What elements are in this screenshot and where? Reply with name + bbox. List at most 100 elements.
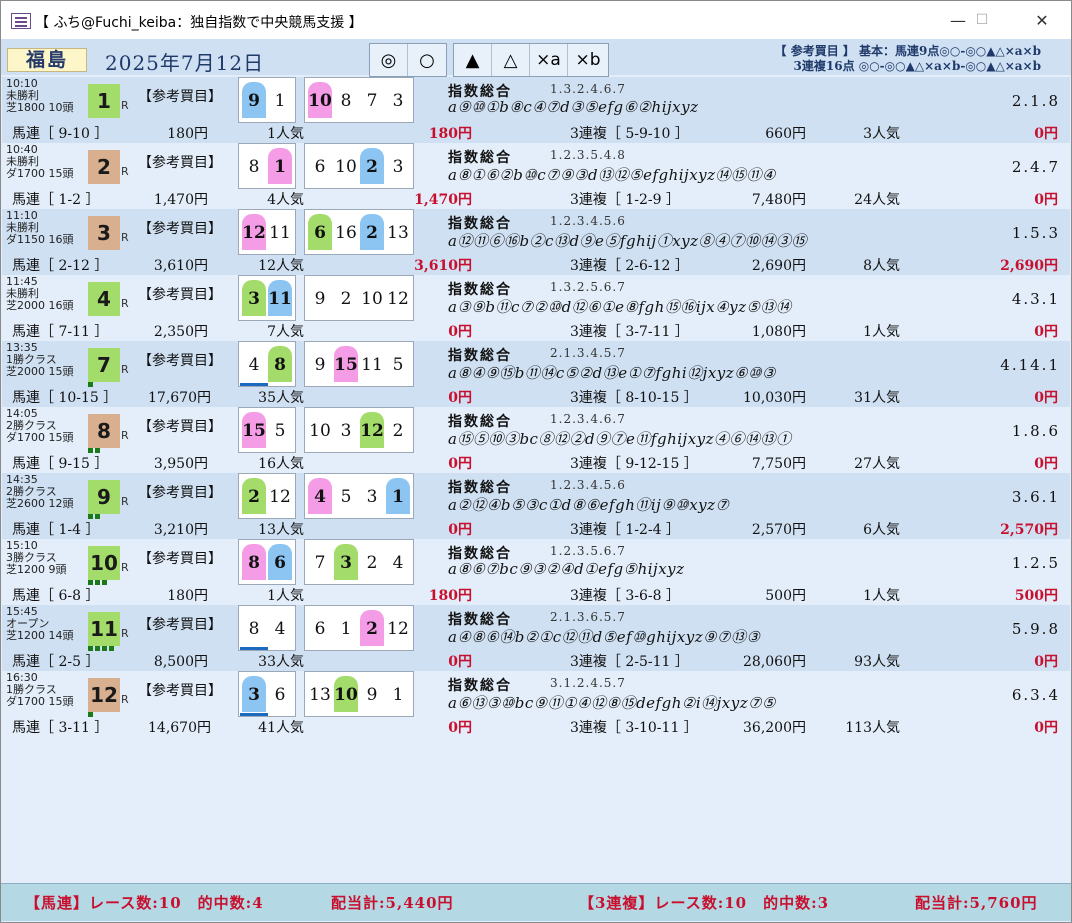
race-row[interactable]: 13:35 1勝クラス 芝2000 15頭 7 R 【参考買目】 4 8 9 15 11 5 指数総合 2… [2,341,1070,407]
race-row[interactable]: 10:10 未勝利 芝1800 10頭 1 R 【参考買目】 9 1 10 8 7 3 指数総合 1.3.… [2,77,1070,143]
horse-number[interactable]: 2 [360,610,384,646]
horse-number[interactable]: 9 [242,82,266,118]
race-suffix: R [121,231,129,244]
maximize-button[interactable]: ☐ [959,1,1005,39]
horse-number[interactable]: 10 [308,82,332,118]
horse-number[interactable]: 9 [360,676,384,712]
horse-number[interactable]: 8 [268,346,292,382]
horse-number[interactable]: 1 [334,610,358,646]
horse-number[interactable]: 6 [268,544,292,580]
horse-number[interactable]: 9 [308,280,332,316]
horse-number[interactable]: 8 [242,544,266,580]
horse-number[interactable]: 8 [240,610,268,650]
sanren-result: 3連複［ 2-6-12 ］ [570,258,689,274]
race-row[interactable]: 15:45 オープン 芝1200 14頭 11 R 【参考買目】 8 4 6 1 2 12 指数総合 2.… [2,605,1070,671]
race-suffix: R [121,297,129,310]
sanko-label: 【参考買目】 [138,683,222,699]
horse-number[interactable]: 12 [268,478,292,514]
umaren-popularity: 33人気 [258,654,304,670]
umaren-payout: 2,350円 [153,324,208,340]
result-order: 1.5.3 [1011,224,1060,242]
horse-number[interactable]: 3 [386,82,410,118]
horse-number[interactable]: 4 [386,544,410,580]
race-number: 1 [88,84,120,118]
horse-number[interactable]: 12 [242,214,266,250]
race-number: 10 [88,546,120,580]
horse-number[interactable]: 8 [242,148,266,184]
horse-number[interactable]: 5 [268,412,292,448]
sanren-result: 3連複［ 1-2-4 ］ [570,522,680,538]
horse-number[interactable]: 13 [386,214,410,250]
horse-number[interactable]: 1 [268,82,292,118]
horse-number[interactable]: 3 [386,148,410,184]
app-icon[interactable] [11,13,31,29]
horse-number[interactable]: 6 [308,148,332,184]
sanren-result: 3連複［ 8-10-15 ］ [570,390,698,406]
horse-number[interactable]: 3 [360,478,384,514]
top-picks: 86 [238,539,296,585]
horse-number[interactable]: 3 [334,412,358,448]
result-order: 3.6.1 [1011,488,1060,506]
horse-number[interactable]: 5 [334,478,358,514]
horse-number[interactable]: 6 [308,610,332,646]
horse-number[interactable]: 16 [334,214,358,250]
horse-number[interactable]: 13 [308,676,332,712]
horse-number[interactable]: 3 [242,280,266,316]
race-number: 11 [88,612,120,646]
race-info: 13:35 1勝クラス 芝2000 15頭 [6,342,74,378]
umaren-payout: 3,950円 [153,456,208,472]
horse-number[interactable]: 11 [360,346,384,382]
race-suffix: R [121,165,129,178]
horse-number[interactable]: 3 [240,676,268,716]
race-row[interactable]: 14:05 2勝クラス ダ1700 15頭 8 R 【参考買目】 15 5 10 3 12 2 指数総合… [2,407,1070,473]
payout-line: 馬連［ 2-5 ］ 8,500円 33人気 0円 3連複［ 2-5-11 ］ 28,060… [2,651,1070,671]
sanren-result: 3連複［ 3-6-8 ］ [570,588,680,604]
horse-number[interactable]: 2 [360,214,384,250]
sanren-payout: 28,060円 [743,654,806,670]
race-row[interactable]: 11:45 未勝利 芝2000 16頭 4 R 【参考買目】 3 11 9 2 10 12 指数総合 1.… [2,275,1070,341]
horse-number[interactable]: 11 [268,280,292,316]
horse-number[interactable]: 2 [360,544,384,580]
umaren-payout: 180円 [167,588,208,604]
horse-number[interactable]: 10 [334,676,358,712]
horse-number[interactable]: 4 [268,610,292,646]
race-number: 4 [88,282,120,316]
horse-number[interactable]: 11 [268,214,292,250]
race-row[interactable]: 11:10 未勝利 ダ1150 16頭 3 R 【参考買目】 12 11 6 16 2 13 指数総合 1… [2,209,1070,275]
horse-number[interactable]: 2 [360,148,384,184]
horse-number[interactable]: 6 [268,676,292,712]
horse-number[interactable]: 15 [242,412,266,448]
horse-number[interactable]: 3 [334,544,358,580]
horse-number[interactable]: 8 [334,82,358,118]
horse-number[interactable]: 6 [308,214,332,250]
horse-number[interactable]: 5 [386,346,410,382]
sanren-popularity: 3人気 [863,126,900,142]
horse-number[interactable]: 1 [268,148,292,184]
horse-number[interactable]: 12 [386,610,410,646]
horse-number[interactable]: 10 [360,280,384,316]
race-info: 14:05 2勝クラス ダ1700 15頭 [6,408,74,444]
race-row[interactable]: 14:35 2勝クラス 芝2600 12頭 9 R 【参考買目】 2 12 4 5 3 1 指数総合 1.… [2,473,1070,539]
horse-number[interactable]: 15 [334,346,358,382]
horse-number[interactable]: 9 [308,346,332,382]
index-numbers: 1.2.3.4.5.6 [550,214,626,228]
horse-number[interactable]: 12 [386,280,410,316]
horse-number[interactable]: 7 [308,544,332,580]
horse-number[interactable]: 7 [360,82,384,118]
horse-number[interactable]: 2 [334,280,358,316]
horse-number[interactable]: 1 [386,676,410,712]
horse-number[interactable]: 4 [308,478,332,514]
sanren-popularity: 93人気 [854,654,900,670]
horse-number[interactable]: 1 [386,478,410,514]
horse-number[interactable]: 4 [240,346,268,386]
race-row[interactable]: 10:40 未勝利 ダ1700 15頭 2 R 【参考買目】 8 1 6 10 2 3 指数総合 1.2.… [2,143,1070,209]
close-button[interactable]: ✕ [1019,1,1065,39]
sanren-hit: 0円 [1034,390,1058,406]
horse-number[interactable]: 10 [308,412,332,448]
race-row[interactable]: 15:10 3勝クラス 芝1200 9頭 10 R 【参考買目】 8 6 7 3 2 4 指数総合 1.2… [2,539,1070,605]
horse-number[interactable]: 12 [360,412,384,448]
horse-number[interactable]: 10 [334,148,358,184]
race-row[interactable]: 16:30 1勝クラス ダ1700 15頭 12 R 【参考買目】 3 6 13 10 9 1 指数総合… [2,671,1070,737]
horse-number[interactable]: 2 [386,412,410,448]
horse-number[interactable]: 2 [242,478,266,514]
